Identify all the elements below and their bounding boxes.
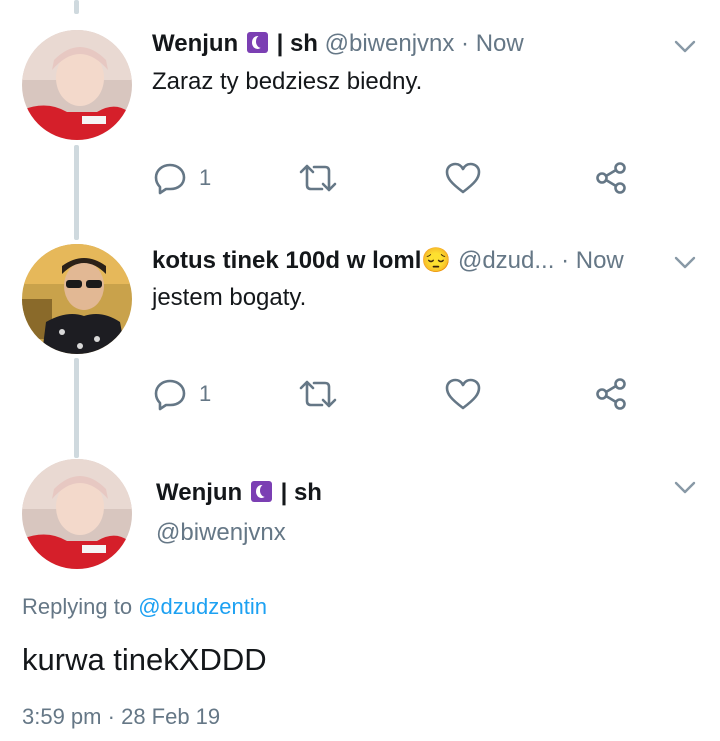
- tweet-2[interactable]: kotus tinek 100d w loml😔 @dzud... · Now …: [0, 232, 720, 452]
- tweet-text: jestem bogaty.: [152, 284, 307, 311]
- reply-button[interactable]: 1: [153, 158, 211, 198]
- share-icon: [596, 378, 626, 410]
- tweet-1[interactable]: Wenjun | sh @biwenjvnx · Now Zaraz ty be…: [0, 0, 720, 230]
- reply-icon: [154, 163, 186, 195]
- like-button[interactable]: [445, 158, 481, 198]
- tweet-meta: 3:59 pm · 28 Feb 19: [22, 704, 220, 730]
- user-handle[interactable]: @dzud...: [458, 247, 554, 274]
- separator: ·: [461, 30, 470, 57]
- timestamp[interactable]: Now: [476, 30, 524, 57]
- like-icon: [445, 162, 481, 194]
- display-name-suffix[interactable]: | sh: [277, 30, 318, 57]
- pensive-emoji: 😔: [421, 247, 452, 274]
- retweet-button[interactable]: [298, 158, 338, 198]
- timestamp[interactable]: 3:59 pm: [22, 704, 102, 729]
- retweet-button[interactable]: [298, 374, 338, 414]
- retweet-icon: [299, 164, 337, 192]
- separator: ·: [107, 704, 115, 729]
- tweet-header: Wenjun | sh: [156, 479, 322, 507]
- moon-icon: [250, 481, 272, 502]
- tweet-text: Zaraz ty bedziesz biedny.: [152, 68, 423, 95]
- user-handle-line: @biwenjvnx: [156, 519, 286, 547]
- user-handle[interactable]: @biwenjvnx: [325, 30, 455, 57]
- date[interactable]: 28 Feb 19: [121, 704, 220, 729]
- like-icon: [445, 378, 481, 410]
- share-button[interactable]: [595, 158, 629, 198]
- user-handle[interactable]: @biwenjvnx: [156, 519, 286, 546]
- chevron-down-icon[interactable]: [674, 256, 696, 270]
- separator: ·: [561, 247, 570, 274]
- avatar[interactable]: [22, 244, 132, 354]
- action-bar: 1: [0, 158, 720, 198]
- tweet-text: kurwa tinekXDDD: [22, 642, 267, 677]
- timestamp[interactable]: Now: [576, 247, 624, 274]
- reply-count: 1: [199, 165, 212, 190]
- display-name[interactable]: Wenjun: [152, 30, 238, 57]
- chevron-down-icon[interactable]: [674, 40, 696, 54]
- reply-button[interactable]: 1: [153, 374, 211, 414]
- retweet-icon: [299, 380, 337, 408]
- replying-to: Replying to @dzudzentin: [22, 594, 267, 620]
- tweet-header: Wenjun | sh @biwenjvnx · Now: [152, 30, 524, 58]
- reply-count: 1: [199, 381, 212, 406]
- chevron-down-icon[interactable]: [674, 481, 696, 495]
- mention-link[interactable]: @dzudzentin: [138, 594, 267, 619]
- avatar[interactable]: [22, 30, 132, 140]
- share-button[interactable]: [595, 374, 629, 414]
- tweet-header: kotus tinek 100d w loml😔 @dzud... · Now: [152, 246, 624, 275]
- display-name[interactable]: kotus tinek 100d w loml: [152, 247, 421, 274]
- display-name[interactable]: Wenjun: [156, 479, 242, 506]
- avatar[interactable]: [22, 459, 132, 569]
- like-button[interactable]: [445, 374, 481, 414]
- display-name-suffix[interactable]: | sh: [281, 479, 322, 506]
- moon-icon: [246, 32, 268, 53]
- share-icon: [596, 162, 626, 194]
- action-bar: 1: [0, 374, 720, 414]
- replying-prefix: Replying to: [22, 594, 133, 619]
- reply-icon: [154, 379, 186, 411]
